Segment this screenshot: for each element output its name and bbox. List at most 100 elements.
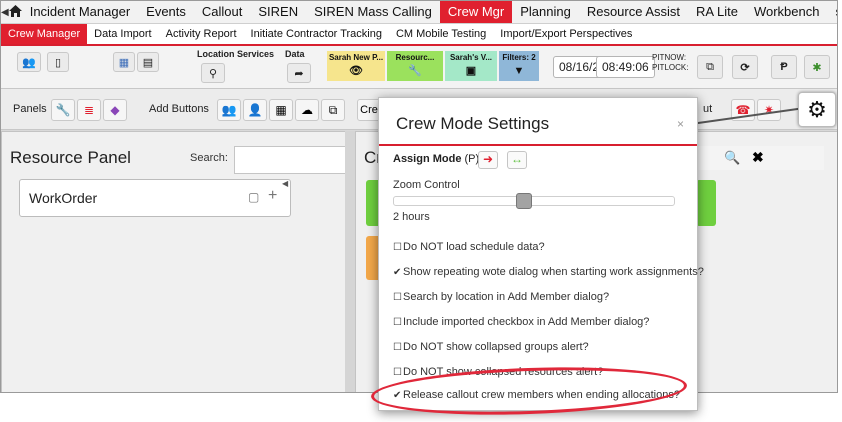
tag-icon[interactable]: ◆: [103, 99, 127, 121]
option-label: Search by location in Add Member dialog?: [403, 291, 610, 303]
zoom-slider-handle[interactable]: [516, 193, 532, 209]
menu-sma[interactable]: sMA: [827, 1, 837, 23]
menu-events[interactable]: Events: [138, 1, 194, 23]
perspective-sarah-new[interactable]: Sarah New P... 👁: [327, 51, 385, 81]
clear-icon[interactable]: ✖: [752, 149, 764, 166]
unchecked-checkbox-icon[interactable]: ☐: [393, 242, 403, 253]
menu-crew-mgr[interactable]: Crew Mgr: [439, 1, 513, 23]
zoom-control-label: Zoom Control: [393, 179, 460, 191]
location-services-label: Location Services: [197, 49, 275, 59]
assign-mode-title: Assign Mode: [393, 153, 462, 165]
perspective-title: Resourc...: [395, 53, 435, 62]
assign-mode-key: (P): [464, 153, 480, 165]
panels-label: Panels: [13, 103, 47, 115]
assign-mode-label: Assign Mode (P): [393, 153, 479, 165]
time-field[interactable]: 08:49:06: [596, 56, 655, 78]
plus-icon[interactable]: +: [268, 187, 277, 205]
copy-icon[interactable]: ⧉: [321, 99, 345, 121]
share-arrow-icon[interactable]: ➦: [287, 63, 311, 83]
pitnow-label: PITNOW:: [652, 53, 687, 62]
crew-search-area: 🔍 ✖: [698, 146, 824, 170]
refresh-icon[interactable]: ⟳: [732, 55, 758, 79]
perspective-sarahs-view[interactable]: Sarah's V... ▣: [445, 51, 497, 81]
panel-view-icon[interactable]: ▯: [47, 52, 69, 72]
unchecked-checkbox-icon[interactable]: ☐: [393, 292, 403, 303]
main-toolbar: 👥 ▯ ▦ ▤ Location Services ⚲ Data ➦ Sarah…: [1, 46, 837, 89]
zoom-value: 2 hours: [393, 211, 430, 223]
zoom-slider-track[interactable]: [393, 196, 675, 206]
workorder-resource-card[interactable]: WorkOrder ▢ + ◀: [19, 179, 291, 217]
checkmark-icon[interactable]: ✔: [393, 267, 403, 278]
resource-search-input[interactable]: [234, 146, 350, 174]
option-label: Show repeating wote dialog when starting…: [403, 266, 704, 278]
dialog-title: Crew Mode Settings: [396, 114, 550, 133]
unchecked-checkbox-icon[interactable]: ☐: [393, 317, 403, 328]
submenu-data-import[interactable]: Data Import: [87, 24, 158, 44]
submenu-initiate-contractor-tracking[interactable]: Initiate Contractor Tracking: [244, 24, 389, 44]
bug-icon[interactable]: ✱: [804, 55, 830, 79]
submenu-activity-report[interactable]: Activity Report: [159, 24, 244, 44]
panel-splitter[interactable]: [345, 131, 355, 392]
crew-mode-settings-dialog: Crew Mode Settings × Assign Mode (P) ➜ ↔…: [378, 97, 704, 411]
close-icon[interactable]: ×: [677, 117, 684, 131]
wrench-icon[interactable]: 🔧: [51, 99, 75, 121]
home-icon[interactable]: [8, 4, 22, 20]
perspective-resources[interactable]: Resourc... 🔧: [387, 51, 443, 81]
grid-blue-icon[interactable]: ▦: [113, 52, 135, 72]
settings-gear-icon[interactable]: ⚙: [798, 92, 836, 127]
perspective-title: Sarah New P...: [328, 53, 384, 62]
assign-range-icon[interactable]: ↔: [507, 151, 527, 169]
menu-resource-assist[interactable]: Resource Assist: [579, 1, 688, 23]
menu-siren[interactable]: SIREN: [250, 1, 306, 23]
add-buttons-label: Add Buttons: [149, 103, 209, 115]
dialog-divider: [379, 144, 697, 146]
option-do-not-show-collapsed-groups[interactable]: ☐Do NOT show collapsed groups alert?: [393, 341, 589, 353]
pitlock-label: PITLOCK:: [652, 63, 689, 72]
perspective-filters[interactable]: Filters: 2 ▼: [499, 51, 539, 81]
calendar-icon[interactable]: ▦: [269, 99, 293, 121]
external-link-icon[interactable]: ⧉: [697, 55, 723, 79]
add-person-icon[interactable]: 👤: [243, 99, 267, 121]
perspective-title: Filters: 2: [502, 53, 536, 62]
unchecked-checkbox-icon[interactable]: ☐: [393, 342, 403, 353]
search-label: Search:: [190, 152, 228, 164]
option-search-by-location[interactable]: ☐Search by location in Add Member dialog…: [393, 291, 609, 303]
data-label: Data: [285, 49, 305, 59]
resource-panel: Resource Panel Search: WorkOrder ▢ + ◀: [1, 131, 353, 392]
location-pin-icon[interactable]: ⚲: [201, 63, 225, 83]
collapse-arrow-icon[interactable]: ◀: [282, 179, 288, 188]
option-show-repeating-wote[interactable]: ✔ Show repeating wote dialog when startin…: [393, 266, 704, 278]
crew-card-green-right[interactable]: [696, 180, 716, 226]
menu-ra-lite[interactable]: RA Lite: [688, 1, 746, 23]
menu-incident-manager[interactable]: Incident Manager: [22, 1, 138, 23]
option-label: Do NOT show collapsed groups alert?: [403, 341, 589, 353]
cloud-icon[interactable]: ☁: [295, 99, 319, 121]
pit-status: PITNOW: PITLOCK:: [652, 53, 688, 73]
unchecked-checkbox-icon[interactable]: ☐: [393, 367, 403, 378]
group-users-icon[interactable]: 👥: [17, 52, 41, 72]
resource-panel-title: Resource Panel: [10, 148, 131, 167]
submenu-cm-mobile-testing[interactable]: CM Mobile Testing: [389, 24, 493, 44]
submenu-import-export-perspectives[interactable]: Import/Export Perspectives: [493, 24, 639, 44]
menu-scroll-left-icon[interactable]: ◀: [1, 7, 9, 18]
menu-callout[interactable]: Callout: [194, 1, 250, 23]
sub-menu: Crew Manager Data Import Activity Report…: [1, 24, 837, 46]
menu-siren-mass-calling[interactable]: SIREN Mass Calling: [306, 1, 440, 23]
pitlock-p-icon[interactable]: Ᵽ: [771, 55, 797, 79]
submenu-crew-manager[interactable]: Crew Manager: [1, 24, 88, 44]
list-icon[interactable]: ≣: [77, 99, 101, 121]
assign-arrow-right-icon[interactable]: ➜: [478, 151, 498, 169]
workorder-label: WorkOrder: [29, 190, 98, 206]
option-label: Include imported checkbox in Add Member …: [403, 316, 650, 328]
search-icon[interactable]: 🔍: [724, 150, 740, 166]
option-include-imported-checkbox[interactable]: ☐Include imported checkbox in Add Member…: [393, 316, 649, 328]
menu-workbench[interactable]: Workbench: [746, 1, 828, 23]
filter-icon: ▼: [513, 65, 525, 77]
option-do-not-load-schedule[interactable]: ☐Do NOT load schedule data?: [393, 241, 545, 253]
checkbox-icon[interactable]: ▢: [248, 190, 259, 204]
grid-icon[interactable]: ▤: [137, 52, 159, 72]
add-group-icon[interactable]: 👥: [217, 99, 241, 121]
option-label: Do NOT load schedule data?: [403, 241, 545, 253]
menu-planning[interactable]: Planning: [512, 1, 579, 23]
image-icon: ▣: [465, 65, 477, 77]
